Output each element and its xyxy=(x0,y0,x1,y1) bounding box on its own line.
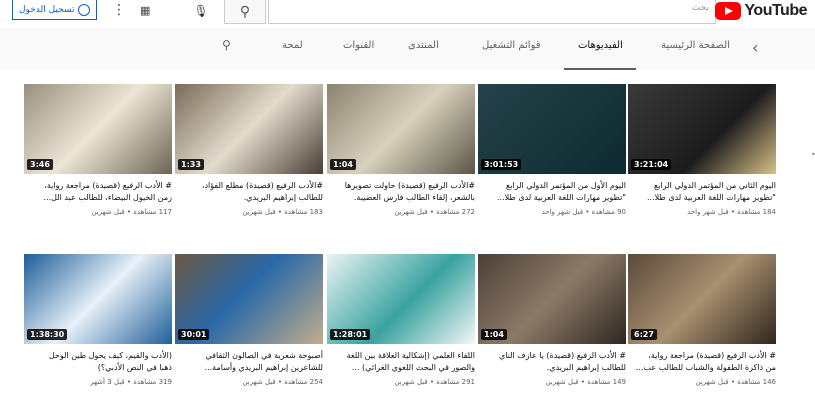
video-thumbnail[interactable]: 1:38:30 xyxy=(24,254,172,344)
video-duration: 3:01:53 xyxy=(481,159,522,170)
video-card[interactable]: 3:21:04 اليوم الثاني من المؤتمر الدولي ال… xyxy=(628,84,776,216)
youtube-play-icon xyxy=(715,2,742,20)
video-title-line: "تطوير مهارات اللغة العربية لدى طلا... xyxy=(647,193,776,202)
tab-home[interactable]: الصفحة الرئيسية xyxy=(661,40,730,51)
video-title[interactable]: اليوم الثاني من المؤتمر الدولي الرابع "تط… xyxy=(628,180,776,204)
sign-in-button[interactable]: تسجيل الدخول xyxy=(12,0,98,20)
video-meta: 291 مشاهدة • قبل شهرين xyxy=(394,378,475,386)
video-duration: 6:27 xyxy=(631,329,657,340)
video-thumbnail[interactable]: 30:01 xyxy=(175,254,323,344)
video-card[interactable]: 1:38:30 (الأدب والقيم، كيف يحول طين الوحل… xyxy=(24,254,172,386)
video-title[interactable]: اليوم الأول من المؤتمر الدولي الرابع "تطو… xyxy=(478,180,626,204)
video-duration: 1:04 xyxy=(330,159,356,170)
tab-community[interactable]: المنتدى xyxy=(408,40,439,51)
video-title-line: # الأدب الرفيع (قصيدة) مراجعة رواية، xyxy=(44,181,172,190)
video-thumbnail[interactable]: 3:46 xyxy=(24,84,172,174)
video-thumbnail[interactable]: 1:28:01 xyxy=(327,254,475,344)
more-options-icon[interactable]: ⋮ xyxy=(112,2,126,18)
video-title[interactable]: أصبوحة شعرية في الصالون الثقافي للشاعرين … xyxy=(175,350,323,374)
video-title-line: # الأدب الرفيع (قصيدة) مراجعة رواية، xyxy=(648,351,776,360)
video-card[interactable]: 6:27 # الأدب الرفيع (قصيدة) مراجعة رواية،… xyxy=(628,254,776,386)
video-title[interactable]: (الأدب والقيم، كيف يحول طين الوحل ذهبا في… xyxy=(24,350,172,374)
tab-playlists[interactable]: قوائم التشغيل xyxy=(482,40,541,51)
video-title-line: للطالب إبراهيم البريدي. xyxy=(546,363,626,372)
video-title-line: والصور في البحث اللغوي الغرائي) ... xyxy=(351,363,475,372)
video-title[interactable]: #الأدب الرفيع (قصيدة) حاولت تصويرها بالشع… xyxy=(327,180,475,204)
search-icon: ⚲ xyxy=(239,3,251,20)
video-card[interactable]: 1:28:01 اللقاء العلمي (إشكالية العلاقة بي… xyxy=(327,254,475,386)
top-bar: تسجيل الدخول ⋮ ▦ 🎙 ⚲ بحث YouTube xyxy=(0,0,815,28)
chevron-left-icon[interactable]: ‹ xyxy=(752,38,758,57)
video-card[interactable]: 1:04 #الأدب الرفيع (قصيدة) حاولت تصويرها ب… xyxy=(327,84,475,216)
video-title-line: "تطوير مهارات اللغة العربية لدى طلا... xyxy=(497,193,626,202)
youtube-logo[interactable]: YouTube xyxy=(715,2,807,20)
microphone-icon[interactable]: 🎙 xyxy=(192,2,210,20)
account-icon xyxy=(78,3,91,16)
video-title-line: # الأدب الرفيع (قصيدة) يا عازف الناي xyxy=(498,351,626,360)
video-thumbnail[interactable]: 3:01:53 xyxy=(478,84,626,174)
video-title-line: من ذاكرة الطفولة والشباب للطالب عب... xyxy=(635,363,776,372)
video-card[interactable]: 3:46 # الأدب الرفيع (قصيدة) مراجعة رواية،… xyxy=(24,84,172,216)
video-title-line: للشاعرين إبراهيم البريدي وأسامة... xyxy=(204,363,323,372)
video-meta: 183 مشاهدة • قبل شهرين xyxy=(242,208,323,216)
video-title[interactable]: # الأدب الرفيع (قصيدة) مراجعة رواية، من ذ… xyxy=(628,350,776,374)
video-meta: 254 مشاهدة • قبل شهرين xyxy=(242,378,323,386)
video-title-line: اللقاء العلمي (إشكالية العلاقة بين اللغة xyxy=(346,351,475,360)
video-title-line: اليوم الأول من المؤتمر الدولي الرابع xyxy=(505,181,626,190)
video-title-line: للطالب إبراهيم البريدي. xyxy=(243,193,323,202)
video-card[interactable]: 3:01:53 اليوم الأول من المؤتمر الدولي الر… xyxy=(478,84,626,216)
video-card[interactable]: 1:33 #الأدب الرفيع (قصيدة) مطلع الفؤاد، لل… xyxy=(175,84,323,216)
video-title-line: بالشعر، إلقاء الطالب فارس العضيبة. xyxy=(353,193,475,202)
video-duration: 1:28:01 xyxy=(330,329,371,340)
video-title-line: اليوم الثاني من المؤتمر الدولي الرابع xyxy=(654,181,776,190)
channel-tabs: ‹ الصفحة الرئيسية الفيديوهات قوائم التشغ… xyxy=(0,28,815,71)
search-button[interactable]: ⚲ xyxy=(224,0,266,24)
search-input[interactable]: بحث xyxy=(268,0,716,24)
video-title[interactable]: اللقاء العلمي (إشكالية العلاقة بين اللغة… xyxy=(327,350,475,374)
video-duration: 1:38:30 xyxy=(27,329,68,340)
tab-about[interactable]: لمحة xyxy=(282,40,303,51)
video-title-line: أصبوحة شعرية في الصالون الثقافي xyxy=(205,351,323,360)
video-card[interactable]: 1:04 # الأدب الرفيع (قصيدة) يا عازف الناي… xyxy=(478,254,626,386)
video-title-line: (الأدب والقيم، كيف يحول طين الوحل xyxy=(48,351,172,360)
tab-videos[interactable]: الفيديوهات xyxy=(578,40,623,51)
video-title[interactable]: # الأدب الرفيع (قصيدة) مراجعة رواية، زمن … xyxy=(24,180,172,204)
video-meta: 272 مشاهدة • قبل شهرين xyxy=(394,208,475,216)
tab-channels[interactable]: القنوات xyxy=(343,40,374,51)
video-card[interactable]: 30:01 أصبوحة شعرية في الصالون الثقافي للشا… xyxy=(175,254,323,386)
video-meta: 90 مشاهدة • قبل شهر واحد xyxy=(541,208,626,216)
video-duration: 1:04 xyxy=(481,329,507,340)
video-thumbnail[interactable]: 1:04 xyxy=(327,84,475,174)
video-grid: • 3:21:04 اليوم الثاني من المؤتمر الدولي … xyxy=(0,70,815,419)
video-thumbnail[interactable]: 1:04 xyxy=(478,254,626,344)
video-duration: 3:21:04 xyxy=(631,159,672,170)
video-meta: 319 مشاهدة • قبل 3 أشهر xyxy=(90,378,172,386)
video-title-line: #الأدب الرفيع (قصيدة) حاولت تصويرها xyxy=(344,181,475,190)
video-meta: 146 مشاهدة • قبل شهرين xyxy=(695,378,776,386)
scroll-indicator: • xyxy=(811,150,815,159)
video-title[interactable]: # الأدب الرفيع (قصيدة) يا عازف الناي للطا… xyxy=(478,350,626,374)
video-title[interactable]: #الأدب الرفيع (قصيدة) مطلع الفؤاد، للطالب… xyxy=(175,180,323,204)
search-icon[interactable]: ⚲ xyxy=(222,38,231,52)
video-thumbnail[interactable]: 1:33 xyxy=(175,84,323,174)
logo-text: YouTube xyxy=(744,2,807,19)
video-duration: 30:01 xyxy=(178,329,210,340)
sign-in-label: تسجيل الدخول xyxy=(19,4,75,15)
video-duration: 1:33 xyxy=(178,159,204,170)
video-title-line: #الأدب الرفيع (قصيدة) مطلع الفؤاد، xyxy=(201,181,323,190)
video-title-line: زمن الخيول البيضاء، للطالب عبد الل... xyxy=(43,193,172,202)
video-meta: 117 مشاهدة • قبل شهرين xyxy=(91,208,172,216)
video-thumbnail[interactable]: 6:27 xyxy=(628,254,776,344)
video-title-line: ذهبا في النص الأدبي؟) xyxy=(97,363,172,372)
video-meta: 149 مشاهدة • قبل شهرين xyxy=(545,378,626,386)
video-thumbnail[interactable]: 3:21:04 xyxy=(628,84,776,174)
video-meta: 184 مشاهدة • قبل شهر واحد xyxy=(687,208,776,216)
apps-grid-icon[interactable]: ▦ xyxy=(140,4,150,17)
video-duration: 3:46 xyxy=(27,159,53,170)
